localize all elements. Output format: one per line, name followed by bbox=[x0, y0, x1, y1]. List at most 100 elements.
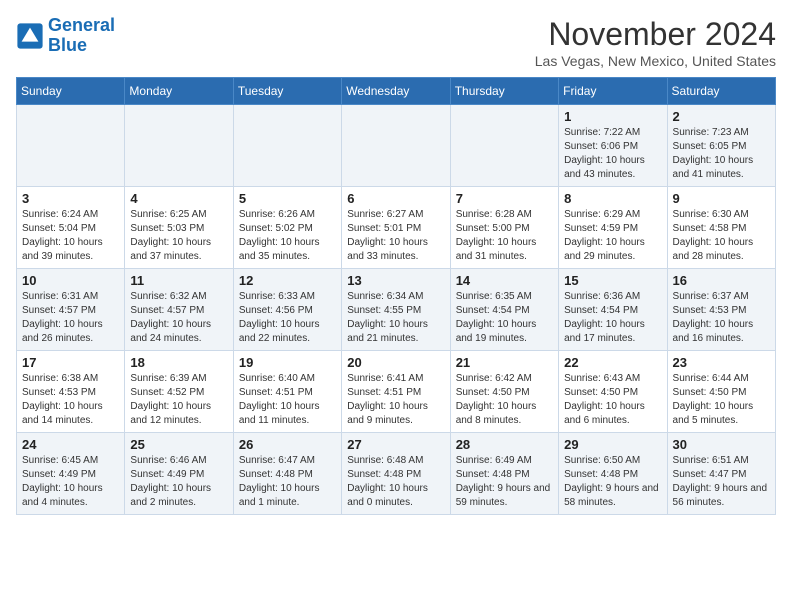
page-header: General Blue November 2024 Las Vegas, Ne… bbox=[16, 16, 776, 69]
day-info: Sunrise: 6:29 AMSunset: 4:59 PMDaylight:… bbox=[564, 208, 661, 264]
day-info: Sunrise: 6:39 AMSunset: 4:52 PMDaylight:… bbox=[130, 372, 227, 428]
header-friday: Friday bbox=[559, 78, 667, 105]
calendar-week-2: 3 Sunrise: 6:24 AMSunset: 5:04 PMDaylight… bbox=[17, 187, 776, 269]
header-thursday: Thursday bbox=[450, 78, 558, 105]
calendar-cell: 21 Sunrise: 6:42 AMSunset: 4:50 PMDayligh… bbox=[450, 351, 558, 433]
day-number: 2 bbox=[673, 109, 770, 124]
day-info: Sunrise: 6:35 AMSunset: 4:54 PMDaylight:… bbox=[456, 290, 553, 346]
calendar-cell: 29 Sunrise: 6:50 AMSunset: 4:48 PMDayligh… bbox=[559, 433, 667, 515]
calendar-cell: 4 Sunrise: 6:25 AMSunset: 5:03 PMDaylight… bbox=[125, 187, 233, 269]
header-tuesday: Tuesday bbox=[233, 78, 341, 105]
calendar-cell: 15 Sunrise: 6:36 AMSunset: 4:54 PMDayligh… bbox=[559, 269, 667, 351]
day-info: Sunrise: 6:38 AMSunset: 4:53 PMDaylight:… bbox=[22, 372, 119, 428]
calendar-cell: 27Sunrise: 6:48 AMSunset: 4:48 PMDayligh… bbox=[342, 433, 450, 515]
calendar-cell: 25 Sunrise: 6:46 AMSunset: 4:49 PMDayligh… bbox=[125, 433, 233, 515]
day-info: Sunrise: 6:43 AMSunset: 4:50 PMDaylight:… bbox=[564, 372, 661, 428]
calendar-cell: 5 Sunrise: 6:26 AMSunset: 5:02 PMDaylight… bbox=[233, 187, 341, 269]
day-info: Sunrise: 6:36 AMSunset: 4:54 PMDaylight:… bbox=[564, 290, 661, 346]
day-info: Sunrise: 6:31 AMSunset: 4:57 PMDaylight:… bbox=[22, 290, 119, 346]
calendar-cell: 17Sunrise: 6:38 AMSunset: 4:53 PMDayligh… bbox=[17, 351, 125, 433]
calendar-week-5: 24 Sunrise: 6:45 AMSunset: 4:49 PMDayligh… bbox=[17, 433, 776, 515]
day-info: Sunrise: 6:28 AMSunset: 5:00 PMDaylight:… bbox=[456, 208, 553, 264]
day-number: 9 bbox=[673, 191, 770, 206]
day-info: Sunrise: 6:49 AMSunset: 4:48 PMDaylight:… bbox=[456, 454, 553, 510]
day-info: Sunrise: 7:23 AMSunset: 6:05 PMDaylight:… bbox=[673, 126, 770, 182]
calendar-cell: 13 Sunrise: 6:34 AMSunset: 4:55 PMDayligh… bbox=[342, 269, 450, 351]
calendar-cell: 9Sunrise: 6:30 AMSunset: 4:58 PMDaylight… bbox=[667, 187, 775, 269]
day-info: Sunrise: 6:37 AMSunset: 4:53 PMDaylight:… bbox=[673, 290, 770, 346]
calendar-cell: 23 Sunrise: 6:44 AMSunset: 4:50 PMDayligh… bbox=[667, 351, 775, 433]
title-block: November 2024 Las Vegas, New Mexico, Uni… bbox=[535, 16, 776, 69]
calendar-cell bbox=[17, 105, 125, 187]
day-info: Sunrise: 6:47 AMSunset: 4:48 PMDaylight:… bbox=[239, 454, 336, 510]
day-number: 5 bbox=[239, 191, 336, 206]
day-info: Sunrise: 6:26 AMSunset: 5:02 PMDaylight:… bbox=[239, 208, 336, 264]
calendar-cell: 1 Sunrise: 7:22 AMSunset: 6:06 PMDaylight… bbox=[559, 105, 667, 187]
day-info: Sunrise: 6:50 AMSunset: 4:48 PMDaylight:… bbox=[564, 454, 661, 510]
day-number: 4 bbox=[130, 191, 227, 206]
calendar-cell: 24 Sunrise: 6:45 AMSunset: 4:49 PMDayligh… bbox=[17, 433, 125, 515]
day-number: 29 bbox=[564, 437, 661, 452]
day-number: 3 bbox=[22, 191, 119, 206]
calendar-header-row: Sunday Monday Tuesday Wednesday Thursday… bbox=[17, 78, 776, 105]
header-sunday: Sunday bbox=[17, 78, 125, 105]
calendar-cell bbox=[125, 105, 233, 187]
day-number: 28 bbox=[456, 437, 553, 452]
day-number: 19 bbox=[239, 355, 336, 370]
calendar-cell: 2 Sunrise: 7:23 AMSunset: 6:05 PMDaylight… bbox=[667, 105, 775, 187]
calendar-week-1: 1 Sunrise: 7:22 AMSunset: 6:06 PMDaylight… bbox=[17, 105, 776, 187]
day-number: 15 bbox=[564, 273, 661, 288]
day-info: Sunrise: 6:33 AMSunset: 4:56 PMDaylight:… bbox=[239, 290, 336, 346]
calendar-cell: 19Sunrise: 6:40 AMSunset: 4:51 PMDayligh… bbox=[233, 351, 341, 433]
day-info: Sunrise: 6:32 AMSunset: 4:57 PMDaylight:… bbox=[130, 290, 227, 346]
day-info: Sunrise: 6:48 AMSunset: 4:48 PMDaylight:… bbox=[347, 454, 444, 510]
calendar-cell: 18 Sunrise: 6:39 AMSunset: 4:52 PMDayligh… bbox=[125, 351, 233, 433]
calendar-cell: 16 Sunrise: 6:37 AMSunset: 4:53 PMDayligh… bbox=[667, 269, 775, 351]
day-info: Sunrise: 6:24 AMSunset: 5:04 PMDaylight:… bbox=[22, 208, 119, 264]
calendar-cell: 7 Sunrise: 6:28 AMSunset: 5:00 PMDaylight… bbox=[450, 187, 558, 269]
calendar-cell: 14Sunrise: 6:35 AMSunset: 4:54 PMDayligh… bbox=[450, 269, 558, 351]
day-number: 25 bbox=[130, 437, 227, 452]
calendar-cell bbox=[233, 105, 341, 187]
day-number: 24 bbox=[22, 437, 119, 452]
location: Las Vegas, New Mexico, United States bbox=[535, 53, 776, 69]
day-number: 7 bbox=[456, 191, 553, 206]
calendar-week-3: 10 Sunrise: 6:31 AMSunset: 4:57 PMDayligh… bbox=[17, 269, 776, 351]
logo-icon bbox=[16, 22, 44, 50]
day-number: 30 bbox=[673, 437, 770, 452]
calendar-week-4: 17Sunrise: 6:38 AMSunset: 4:53 PMDayligh… bbox=[17, 351, 776, 433]
day-info: Sunrise: 6:46 AMSunset: 4:49 PMDaylight:… bbox=[130, 454, 227, 510]
day-number: 22 bbox=[564, 355, 661, 370]
calendar-table: Sunday Monday Tuesday Wednesday Thursday… bbox=[16, 77, 776, 515]
calendar-cell: 8 Sunrise: 6:29 AMSunset: 4:59 PMDaylight… bbox=[559, 187, 667, 269]
calendar-cell: 3 Sunrise: 6:24 AMSunset: 5:04 PMDaylight… bbox=[17, 187, 125, 269]
header-wednesday: Wednesday bbox=[342, 78, 450, 105]
day-number: 23 bbox=[673, 355, 770, 370]
day-number: 10 bbox=[22, 273, 119, 288]
month-title: November 2024 bbox=[535, 16, 776, 53]
logo-text: General Blue bbox=[48, 16, 115, 56]
day-number: 8 bbox=[564, 191, 661, 206]
day-info: Sunrise: 6:34 AMSunset: 4:55 PMDaylight:… bbox=[347, 290, 444, 346]
calendar-cell bbox=[342, 105, 450, 187]
day-info: Sunrise: 6:25 AMSunset: 5:03 PMDaylight:… bbox=[130, 208, 227, 264]
day-number: 18 bbox=[130, 355, 227, 370]
day-number: 21 bbox=[456, 355, 553, 370]
day-number: 16 bbox=[673, 273, 770, 288]
header-monday: Monday bbox=[125, 78, 233, 105]
calendar-cell: 10 Sunrise: 6:31 AMSunset: 4:57 PMDayligh… bbox=[17, 269, 125, 351]
logo: General Blue bbox=[16, 16, 115, 56]
day-info: Sunrise: 6:42 AMSunset: 4:50 PMDaylight:… bbox=[456, 372, 553, 428]
calendar-cell: 30Sunrise: 6:51 AMSunset: 4:47 PMDayligh… bbox=[667, 433, 775, 515]
calendar-cell: 28 Sunrise: 6:49 AMSunset: 4:48 PMDayligh… bbox=[450, 433, 558, 515]
day-number: 11 bbox=[130, 273, 227, 288]
calendar-cell: 20Sunrise: 6:41 AMSunset: 4:51 PMDayligh… bbox=[342, 351, 450, 433]
day-number: 13 bbox=[347, 273, 444, 288]
day-info: Sunrise: 7:22 AMSunset: 6:06 PMDaylight:… bbox=[564, 126, 661, 182]
day-info: Sunrise: 6:45 AMSunset: 4:49 PMDaylight:… bbox=[22, 454, 119, 510]
calendar-cell: 22 Sunrise: 6:43 AMSunset: 4:50 PMDayligh… bbox=[559, 351, 667, 433]
day-info: Sunrise: 6:41 AMSunset: 4:51 PMDaylight:… bbox=[347, 372, 444, 428]
calendar-cell: 11 Sunrise: 6:32 AMSunset: 4:57 PMDayligh… bbox=[125, 269, 233, 351]
day-number: 1 bbox=[564, 109, 661, 124]
day-info: Sunrise: 6:44 AMSunset: 4:50 PMDaylight:… bbox=[673, 372, 770, 428]
